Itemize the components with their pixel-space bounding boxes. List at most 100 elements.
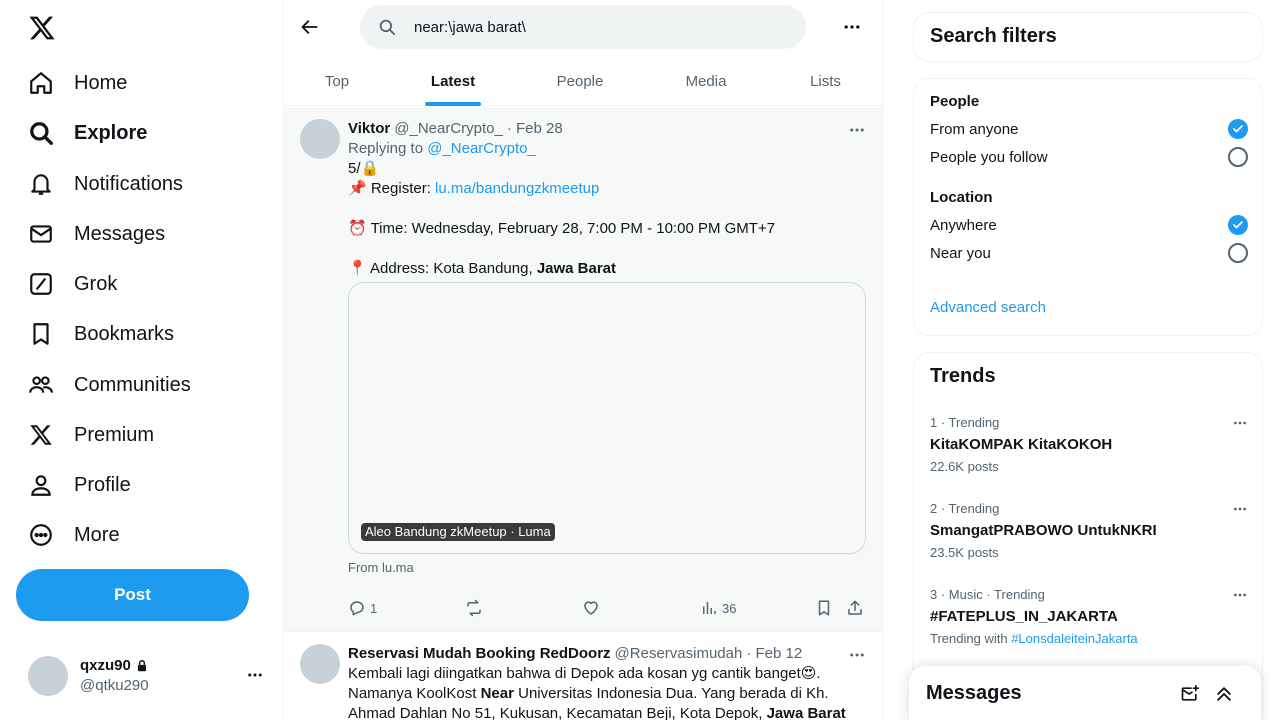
nav-label: Communities [74,373,191,396]
nav-premium[interactable]: Premium [28,415,154,455]
views-count: 36 [722,600,737,616]
filter-anywhere[interactable]: Anywhere [930,215,1248,235]
views-chart-icon [700,599,718,617]
card-source: From lu.ma [348,560,414,575]
author-handle[interactable]: @Reservasimudah [615,644,743,664]
author-handle[interactable]: @_NearCrypto_ [394,119,503,139]
avatar[interactable] [300,644,340,684]
advanced-search-link[interactable]: Advanced search [930,299,1046,316]
more-horizontal-icon[interactable] [1232,415,1248,431]
search-tabs: Top Latest People Media Lists [284,56,882,106]
trending-with-link[interactable]: #LonsdaleiteinJakarta [1011,631,1137,646]
nav-home[interactable]: Home [28,63,127,103]
more-horizontal-icon[interactable] [1232,587,1248,603]
tweet-text: Kembali lagi diingatkan bahwa di Depok a… [348,665,821,682]
bookmark-icon [815,599,833,617]
nav-messages[interactable]: Messages [28,214,165,254]
more-horizontal-icon[interactable] [1232,501,1248,517]
reply-icon [348,599,366,617]
tab-lists[interactable]: Lists [768,56,882,106]
more-horizontal-icon[interactable] [246,666,264,684]
back-arrow-icon[interactable] [300,17,320,37]
share-button[interactable] [846,599,864,617]
search-input[interactable]: near:\jawa barat\ [360,5,806,49]
location-heading: Location [930,189,993,206]
link-card[interactable]: Aleo Bandung zkMeetup · Luma [348,282,866,554]
filter-people-you-follow[interactable]: People you follow [930,147,1248,167]
trend-name: SmangatPRABOWO UntukNKRI [930,522,1157,539]
register-link[interactable]: lu.ma/bandungzkmeetup [435,180,599,197]
lock-icon [135,659,149,673]
x-logo-icon[interactable] [28,14,56,42]
nav-more[interactable]: More [28,515,120,555]
like-button[interactable] [582,599,600,617]
filter-label: From anyone [930,120,1019,138]
reply-button[interactable]: 1 [348,599,377,617]
trends-title: Trends [930,365,996,387]
avatar[interactable] [300,119,340,159]
nav-label: Home [74,71,128,94]
views-button[interactable]: 36 [700,599,736,617]
reply-mention-link[interactable]: @_NearCrypto_ [427,140,536,157]
messages-drawer-title: Messages [926,682,1022,704]
trend-context: 1 · Trending [930,415,1000,430]
tab-people[interactable]: People [516,56,644,106]
nav-profile[interactable]: Profile [28,465,131,505]
search-header: near:\jawa barat\ Top Latest People Medi… [284,0,882,106]
trend-item[interactable]: 3 · Music · Trending #FATEPLUS_IN_JAKART… [930,587,1248,647]
post-button[interactable]: Post [16,569,249,621]
person-icon [28,472,54,498]
envelope-icon [28,221,54,247]
reply-count: 1 [370,600,378,616]
chevron-double-up-icon[interactable] [1214,684,1234,704]
trend-item[interactable]: 1 · Trending KitaKOMPAK KitaKOKOH 22.6K … [930,415,1248,475]
filter-near-you[interactable]: Near you [930,243,1248,263]
account-name: qxzu90 [80,657,131,674]
tweet-date[interactable]: · Feb 12 [746,644,802,664]
tweet[interactable]: Viktor @_NearCrypto_ · Feb 28 Replying t… [284,107,882,632]
nav-label: More [74,523,120,546]
home-icon [28,70,54,96]
radio-unchecked-icon[interactable] [1228,243,1248,263]
radio-checked-icon[interactable] [1228,215,1248,235]
nav-grok[interactable]: Grok [28,264,117,304]
trend-context: 2 · Trending [930,501,1000,516]
nav-label: Bookmarks [74,322,175,345]
messages-drawer[interactable]: Messages [909,666,1261,720]
author-name[interactable]: Viktor [348,119,390,139]
share-icon [846,599,864,617]
nav-label: Explore [74,121,148,144]
nav-label: Profile [74,473,131,496]
nav-explore[interactable]: Explore [28,113,147,153]
author-name[interactable]: Reservasi Mudah Booking RedDoorz [348,644,611,664]
tab-latest[interactable]: Latest [390,56,516,106]
replying-label: Replying to [348,140,424,157]
tweet-text: 📌 Register: [348,180,431,197]
tab-media[interactable]: Media [644,56,768,106]
new-message-icon[interactable] [1180,684,1200,704]
retweet-button[interactable] [465,599,483,617]
tweet-date[interactable]: · Feb 28 [507,119,563,139]
x-logo-icon [28,422,54,448]
nav-notifications[interactable]: Notifications [28,164,183,204]
people-icon [28,372,54,398]
filter-from-anyone[interactable]: From anyone [930,119,1248,139]
more-circle-icon [28,522,54,548]
radio-checked-icon[interactable] [1228,119,1248,139]
more-horizontal-icon[interactable] [842,17,862,37]
search-icon [378,18,396,36]
filter-label: People you follow [930,148,1048,166]
tab-top[interactable]: Top [284,56,390,106]
trend-item[interactable]: 2 · Trending SmangatPRABOWO UntukNKRI 23… [930,501,1248,561]
search-icon [28,120,54,146]
avatar [28,656,68,696]
bell-icon [28,171,54,197]
tweet[interactable]: Reservasi Mudah Booking RedDoorz @Reserv… [284,632,882,720]
radio-unchecked-icon[interactable] [1228,147,1248,167]
highlight-text: Near [480,685,514,702]
account-switcher[interactable]: qxzu90 @qtku290 [28,656,268,696]
bookmark-button[interactable] [815,599,833,617]
highlight-text: Jawa Barat [536,260,617,277]
nav-communities[interactable]: Communities [28,365,191,405]
nav-bookmarks[interactable]: Bookmarks [28,314,174,354]
